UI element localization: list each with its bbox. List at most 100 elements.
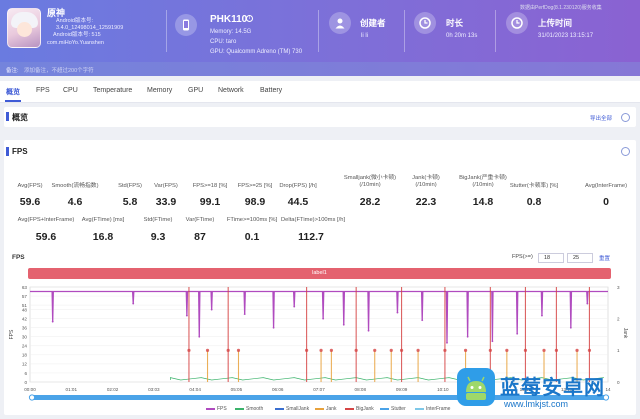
fps-dip-point <box>516 332 519 335</box>
x-tick-label: 09:09 <box>396 387 408 392</box>
app-version-label: Android版本号: <box>56 18 93 24</box>
metric-value: 0 <box>603 196 609 208</box>
device-cpu: CPU: taro <box>210 39 237 45</box>
tab-cpu[interactable]: CPU <box>63 87 78 94</box>
fps-dip-point <box>396 311 399 314</box>
plot-area <box>29 286 609 383</box>
tab-gpu[interactable]: GPU <box>188 87 203 94</box>
x-tick-label: 06:06 <box>272 387 284 392</box>
upload-value: 31/01/2023 13:15:17 <box>538 33 594 39</box>
metric-value: 44.5 <box>287 196 309 208</box>
legend-swatch <box>415 407 424 410</box>
legend-label: Smooth <box>246 406 264 412</box>
fps-threshold-label: FPS(>=) <box>512 254 533 260</box>
legend-label: InterFrame <box>426 406 451 412</box>
legend-label: Stutter <box>391 406 406 412</box>
device-model: PHK110 <box>210 14 248 25</box>
user-icon <box>329 12 351 34</box>
tab-fps[interactable]: FPS <box>36 87 50 94</box>
legend-swatch <box>380 407 389 410</box>
x-tick-label: 02:02 <box>107 387 119 392</box>
fps-threshold-1[interactable]: 18 <box>538 253 564 263</box>
info-icon[interactable]: i <box>246 15 253 22</box>
fps-dip-point <box>293 305 296 308</box>
device-memory: Memory: 14.5G <box>210 29 252 35</box>
jank-marker <box>399 348 404 352</box>
legend-swatch <box>206 407 215 410</box>
x-tick-label: 05:05 <box>231 387 243 392</box>
y2-tick-label: 0 <box>617 380 620 385</box>
legend-item[interactable]: Jank <box>315 406 337 412</box>
tab-memory[interactable]: Memory <box>147 87 172 94</box>
tab-network[interactable]: Network <box>218 87 244 94</box>
legend-label: BigJank <box>356 406 374 412</box>
legend-swatch <box>345 407 354 410</box>
jank-marker <box>587 348 592 352</box>
metric-value: 59.6 <box>35 231 57 243</box>
y2-tick-label: 2 <box>617 316 620 321</box>
collapse-icon[interactable] <box>621 147 630 156</box>
metric-value: 16.8 <box>92 231 114 243</box>
metric-value: 87 <box>194 231 206 243</box>
metric-label: Avg(FPS+InterFrame) <box>17 217 75 223</box>
y-tick-label: 36 <box>22 326 28 331</box>
note-label: 备注: <box>6 68 19 74</box>
metric-value: 0.1 <box>244 231 260 243</box>
active-tab-indicator <box>5 100 21 102</box>
fps-dip-point <box>272 326 275 329</box>
legend-label: Jank <box>326 406 337 412</box>
legend-item[interactable]: FPS <box>206 406 227 412</box>
label-bar[interactable]: label1 <box>28 268 611 279</box>
metric-value: 28.2 <box>359 196 381 208</box>
metric-label: Smooth(流畅指数) <box>51 183 99 189</box>
note-input[interactable]: 添加备注，不超过200个字符 <box>24 66 94 74</box>
jank-marker <box>205 348 210 352</box>
fps-dip-point <box>51 320 54 323</box>
export-all-link[interactable]: 导出全部 <box>590 114 612 122</box>
y2-tick-label: 3 <box>617 285 620 290</box>
y-tick-label: 48 <box>22 307 28 312</box>
duration-title: 时长 <box>446 18 464 28</box>
jank-marker <box>505 348 509 352</box>
overview-title: 概览 <box>12 113 28 122</box>
x-tick-label: 07:07 <box>313 387 325 392</box>
legend-item[interactable]: SmallJank <box>275 406 309 412</box>
jank-marker <box>354 348 358 352</box>
legend-item[interactable]: BigJank <box>345 406 374 412</box>
tab-temperature[interactable]: Temperature <box>93 87 132 94</box>
x-tick-label: 14 <box>605 387 611 392</box>
duration-value: 0h 20m 13s <box>446 33 478 39</box>
fps-threshold-2[interactable]: 25 <box>567 253 593 263</box>
reset-button[interactable]: 重置 <box>599 254 610 262</box>
jank-marker <box>443 348 447 352</box>
jank-marker <box>575 348 579 352</box>
phone-icon <box>175 14 197 36</box>
app-android-version: Android版本号: 515 <box>53 32 101 38</box>
report-header: 原神 Android版本号: 3.4.0_12498014_12591909 A… <box>0 0 640 62</box>
jank-marker <box>523 348 528 352</box>
y-tick-label: 24 <box>22 344 28 349</box>
jank-marker <box>329 348 333 352</box>
perfdog-watermark: 数据由PerfDog(8.1.230120)服务收集 <box>520 5 602 11</box>
collapse-icon[interactable] <box>621 113 630 122</box>
jank-marker <box>236 348 241 352</box>
y2-tick-label: 1 <box>617 348 620 353</box>
y-axis-label: FPS <box>9 329 15 339</box>
legend-item[interactable]: Smooth <box>235 406 263 412</box>
legend-item[interactable]: Stutter <box>380 406 406 412</box>
note-bar: 备注: 添加备注，不超过200个字符 <box>0 62 640 76</box>
y2-axis-label: Jank <box>622 328 628 339</box>
divider <box>166 10 167 52</box>
jank-marker <box>319 348 323 352</box>
fps-dip-point <box>185 314 188 317</box>
metric-label: Stutter(卡顿率) [%] <box>509 183 559 189</box>
jank-marker <box>463 348 468 352</box>
upload-time-icon <box>506 12 528 34</box>
fps-dip-point <box>198 335 201 338</box>
legend-label: SmallJank <box>286 406 310 412</box>
legend-item[interactable]: InterFrame <box>415 406 450 412</box>
tab-overview[interactable]: 概览 <box>6 87 20 97</box>
x-tick-label: 10:10 <box>437 387 449 392</box>
tab-battery[interactable]: Battery <box>260 87 282 94</box>
y-tick-label: 30 <box>22 335 28 340</box>
